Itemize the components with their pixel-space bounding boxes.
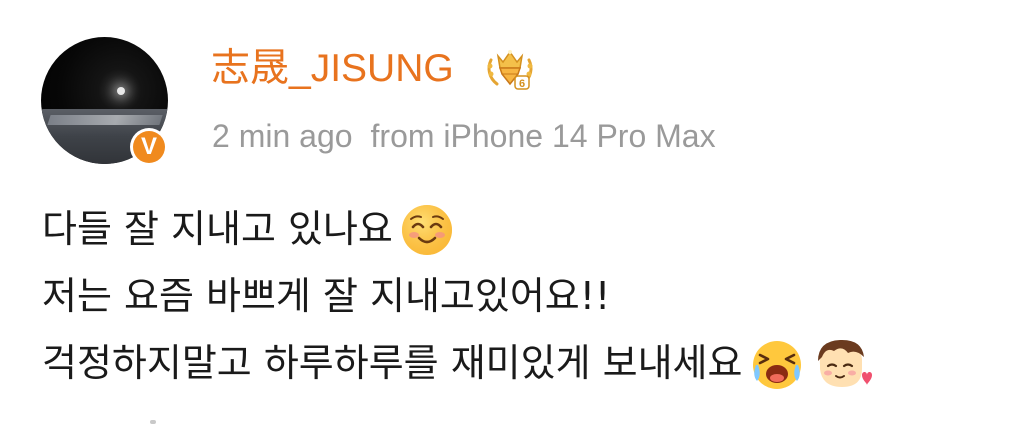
post-line: 다들 잘 지내고 있나요 — [42, 196, 1012, 263]
verified-badge-label: V — [133, 131, 165, 163]
weibo-post: V 志晟_JISUNG 6 2 min ago from iPhone 14 Pr… — [0, 0, 1019, 425]
post-line: 저는 요즘 바쁘게 잘 지내고있어요!! — [42, 263, 1012, 330]
avatar-stage-highlight — [47, 115, 163, 125]
post-line-text: 저는 요즘 바쁘게 잘 지내고있어요!! — [42, 274, 611, 318]
username[interactable]: 志晟_JISUNG — [211, 46, 454, 92]
post-content: 다들 잘 지내고 있나요 저는 요즘 바쁘게 잘 지내고있어요!! 걱정하지말고… — [42, 196, 1012, 397]
post-line: 걱정하지말고 하루하루를 재미있게 보내세요 — [42, 330, 1012, 397]
smiling-blush-emoji — [401, 204, 452, 255]
boy-with-heart-emoji — [818, 339, 873, 387]
verified-badge-icon: V — [130, 128, 168, 166]
post-source[interactable]: from iPhone 14 Pro Max — [371, 118, 716, 154]
post-line-text: 걱정하지말고 하루하루를 재미있게 보내세요 — [42, 341, 743, 385]
svg-text:6: 6 — [519, 78, 525, 90]
post-time: 2 min ago — [212, 118, 353, 154]
laughing-crying-emoji — [753, 340, 802, 389]
post-meta: 2 min ago from iPhone 14 Pro Max — [212, 115, 716, 157]
divider-dot — [150, 420, 156, 424]
crown-level-icon[interactable]: 6 — [485, 46, 535, 92]
post-line-text: 다들 잘 지내고 있나요 — [42, 207, 393, 251]
avatar-light-spot — [117, 87, 125, 95]
